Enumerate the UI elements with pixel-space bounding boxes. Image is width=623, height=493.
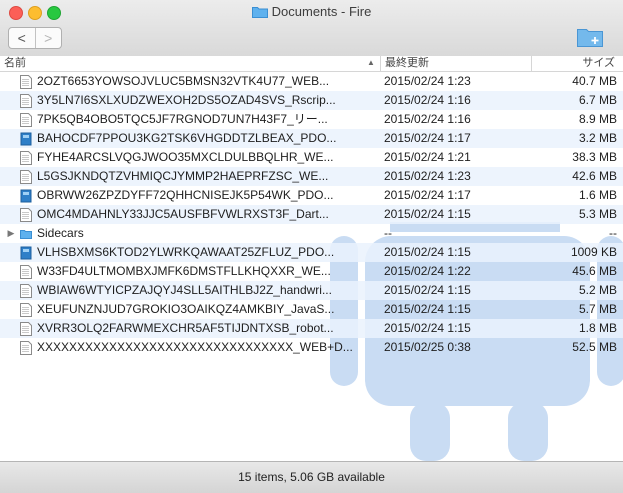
file-list[interactable]: 2OZT6653YOWSOJVLUC5BMSN32VTK4U77_WEB... … bbox=[0, 72, 623, 461]
file-size: 1.8 MB bbox=[578, 321, 617, 335]
document-icon bbox=[20, 75, 32, 89]
file-name: XXXXXXXXXXXXXXXXXXXXXXXXXXXXXXXX_WEB+D..… bbox=[37, 340, 353, 354]
file-date: 2015/02/24 1:15 bbox=[384, 283, 471, 297]
list-item[interactable]: W33FD4ULTMOMBXJMFK6DMSTFLLKHQXXR_WE... 2… bbox=[0, 262, 623, 281]
list-item[interactable]: BAHOCDF7PPOU3KG2TSK6VHGDDTZLBEAX_PDO... … bbox=[0, 129, 623, 148]
file-date: 2015/02/24 1:23 bbox=[384, 169, 471, 183]
file-name: BAHOCDF7PPOU3KG2TSK6VHGDDTZLBEAX_PDO... bbox=[37, 131, 337, 145]
file-size: 5.2 MB bbox=[578, 283, 617, 297]
list-item[interactable]: XEUFUNZNJUD7GROKIO3OAIKQZ4AMKBIY_JavaS..… bbox=[0, 300, 623, 319]
file-date: 2015/02/24 1:21 bbox=[384, 150, 471, 164]
file-date: -- bbox=[384, 226, 392, 240]
file-date: 2015/02/24 1:23 bbox=[384, 74, 471, 88]
file-size: -- bbox=[609, 226, 617, 240]
file-size: 52.5 MB bbox=[572, 340, 617, 354]
document-icon bbox=[20, 113, 32, 127]
list-item[interactable]: L5GSJKNDQTZVHMIQCJYMMP2HAEPRFZSC_WE... 2… bbox=[0, 167, 623, 186]
document-icon bbox=[20, 265, 32, 279]
file-size: 8.9 MB bbox=[578, 112, 617, 126]
forward-button[interactable]: > bbox=[34, 28, 62, 48]
list-item[interactable]: OMC4MDAHNLY33JJC5AUSFBFVWLRXST3F_Dart...… bbox=[0, 205, 623, 224]
file-date: 2015/02/24 1:15 bbox=[384, 245, 471, 259]
column-header-size[interactable]: サイズ bbox=[531, 56, 619, 71]
file-name: OBRWW26ZPZDYFF72QHHCNISEJK5P54WK_PDO... bbox=[37, 188, 334, 202]
document-icon bbox=[20, 284, 32, 298]
sort-indicator-icon: ▲ bbox=[367, 58, 375, 67]
file-size: 1009 KB bbox=[570, 245, 617, 259]
list-item-folder[interactable]: ▶ Sidecars -- -- bbox=[0, 224, 623, 243]
navigation-buttons: < > bbox=[8, 27, 62, 49]
file-size: 3.2 MB bbox=[578, 131, 617, 145]
file-date: 2015/02/24 1:15 bbox=[384, 302, 471, 316]
file-date: 2015/02/24 1:17 bbox=[384, 188, 471, 202]
back-button[interactable]: < bbox=[9, 28, 35, 48]
document-icon bbox=[20, 208, 32, 222]
column-header-name[interactable]: 名前 bbox=[4, 56, 26, 71]
list-item[interactable]: FYHE4ARCSLVQGJWOO35MXCLDULBBQLHR_WE... 2… bbox=[0, 148, 623, 167]
document-icon bbox=[20, 151, 32, 165]
file-size: 6.7 MB bbox=[578, 93, 617, 107]
file-size: 1.6 MB bbox=[578, 188, 617, 202]
folder-name: Sidecars bbox=[37, 226, 84, 240]
file-size: 5.7 MB bbox=[578, 302, 617, 316]
file-name: FYHE4ARCSLVQGJWOO35MXCLDULBBQLHR_WE... bbox=[37, 150, 334, 164]
file-name: XVRR3OLQ2FARWMEXCHR5AF5TIJDNTXSB_robot..… bbox=[37, 321, 334, 335]
list-item[interactable]: 2OZT6653YOWSOJVLUC5BMSN32VTK4U77_WEB... … bbox=[0, 72, 623, 91]
file-name: WBIAW6WTYICPZAJQYJ4SLL5AITHLBJ2Z_handwri… bbox=[37, 283, 332, 297]
window-title-text: Documents - Fire bbox=[271, 4, 372, 19]
ebook-icon bbox=[20, 246, 32, 260]
list-item[interactable]: OBRWW26ZPZDYFF72QHHCNISEJK5P54WK_PDO... … bbox=[0, 186, 623, 205]
ebook-icon bbox=[20, 189, 32, 203]
status-text: 15 items, 5.06 GB available bbox=[238, 470, 385, 484]
file-rows: 2OZT6653YOWSOJVLUC5BMSN32VTK4U77_WEB... … bbox=[0, 72, 623, 357]
file-size: 45.6 MB bbox=[572, 264, 617, 278]
title-bar: Documents - Fire < > bbox=[0, 0, 623, 57]
file-date: 2015/02/24 1:15 bbox=[384, 321, 471, 335]
file-date: 2015/02/24 1:16 bbox=[384, 112, 471, 126]
list-item[interactable]: XXXXXXXXXXXXXXXXXXXXXXXXXXXXXXXX_WEB+D..… bbox=[0, 338, 623, 357]
column-header: 名前 ▲ 最終更新 サイズ bbox=[0, 56, 623, 72]
file-size: 38.3 MB bbox=[572, 150, 617, 164]
status-bar: 15 items, 5.06 GB available bbox=[0, 461, 623, 493]
folder-icon bbox=[251, 7, 268, 18]
file-name: OMC4MDAHNLY33JJC5AUSFBFVWLRXST3F_Dart... bbox=[37, 207, 329, 221]
document-icon bbox=[20, 341, 32, 355]
file-date: 2015/02/24 1:22 bbox=[384, 264, 471, 278]
ebook-icon bbox=[20, 132, 32, 146]
file-name: 3Y5LN7I6SXLXUDZWEXOH2DS5OZAD4SVS_Rscrip.… bbox=[37, 93, 336, 107]
file-date: 2015/02/24 1:17 bbox=[384, 131, 471, 145]
file-date: 2015/02/25 0:38 bbox=[384, 340, 471, 354]
file-name: VLHSBXMS6KTOD2YLWRKQAWAAT25ZFLUZ_PDO... bbox=[37, 245, 335, 259]
column-header-date[interactable]: 最終更新 bbox=[380, 56, 429, 71]
list-item[interactable]: VLHSBXMS6KTOD2YLWRKQAWAAT25ZFLUZ_PDO... … bbox=[0, 243, 623, 262]
document-icon bbox=[20, 303, 32, 317]
file-size: 5.3 MB bbox=[578, 207, 617, 221]
file-date: 2015/02/24 1:16 bbox=[384, 93, 471, 107]
file-name: XEUFUNZNJUD7GROKIO3OAIKQZ4AMKBIY_JavaS..… bbox=[37, 302, 335, 316]
file-date: 2015/02/24 1:15 bbox=[384, 207, 471, 221]
file-size: 42.6 MB bbox=[572, 169, 617, 183]
window-title: Documents - Fire bbox=[0, 4, 623, 20]
list-item[interactable]: 3Y5LN7I6SXLXUDZWEXOH2DS5OZAD4SVS_Rscrip.… bbox=[0, 91, 623, 110]
file-name: W33FD4ULTMOMBXJMFK6DMSTFLLKHQXXR_WE... bbox=[37, 264, 331, 278]
list-item[interactable]: 7PK5QB4OBO5TQC5JF7RGNOD7UN7H43F7_リー... 2… bbox=[0, 110, 623, 129]
document-icon bbox=[20, 94, 32, 108]
file-name: L5GSJKNDQTZVHMIQCJYMMP2HAEPRFZSC_WE... bbox=[37, 169, 329, 183]
document-icon bbox=[20, 322, 32, 336]
finder-window: Documents - Fire < > 名前 ▲ 最終更新 サイズ 2OZT6… bbox=[0, 0, 623, 493]
list-item[interactable]: WBIAW6WTYICPZAJQYJ4SLL5AITHLBJ2Z_handwri… bbox=[0, 281, 623, 300]
file-name: 7PK5QB4OBO5TQC5JF7RGNOD7UN7H43F7_リー... bbox=[37, 112, 328, 126]
list-item[interactable]: XVRR3OLQ2FARWMEXCHR5AF5TIJDNTXSB_robot..… bbox=[0, 319, 623, 338]
folder-icon bbox=[20, 230, 32, 239]
new-folder-button[interactable] bbox=[576, 26, 604, 48]
disclosure-triangle-icon[interactable]: ▶ bbox=[7, 224, 15, 243]
document-icon bbox=[20, 170, 32, 184]
file-name: 2OZT6653YOWSOJVLUC5BMSN32VTK4U77_WEB... bbox=[37, 74, 330, 88]
file-size: 40.7 MB bbox=[572, 74, 617, 88]
